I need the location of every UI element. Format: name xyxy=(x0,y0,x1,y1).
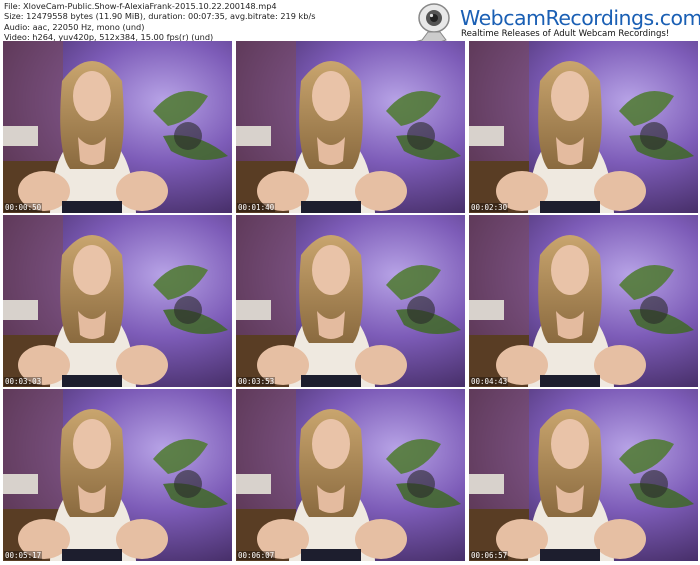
webcam-frame-image xyxy=(236,215,465,387)
video-thumbnail[interactable]: 00:02:30 xyxy=(469,41,698,213)
video-thumbnail[interactable]: 00:04:43 xyxy=(469,215,698,387)
webcam-frame-image xyxy=(3,215,232,387)
webcam-frame-image xyxy=(469,389,698,561)
frame-timestamp: 00:00:50 xyxy=(4,203,43,212)
webcam-frame-image xyxy=(236,389,465,561)
webcam-frame-image xyxy=(3,389,232,561)
thumbnail-grid: 00:00:50 00:01:40 00:02:30 00:03:03 00:0… xyxy=(3,41,698,561)
video-thumbnail[interactable]: 00:01:40 xyxy=(236,41,465,213)
site-logo[interactable]: WebcamRecordings.com Realtime Releases o… xyxy=(398,2,700,46)
frame-timestamp: 00:06:07 xyxy=(237,551,276,560)
frame-timestamp: 00:05:17 xyxy=(4,551,43,560)
webcam-frame-image xyxy=(3,41,232,213)
webcam-frame-image xyxy=(236,41,465,213)
video-thumbnail[interactable]: 00:00:50 xyxy=(3,41,232,213)
frame-timestamp: 00:01:40 xyxy=(237,203,276,212)
audio-info: Audio: aac, 22050 Hz, mono (und) xyxy=(4,21,145,32)
video-thumbnail[interactable]: 00:05:17 xyxy=(3,389,232,561)
file-size: Size: 12479558 bytes (11.90 MiB), durati… xyxy=(4,11,316,22)
brand-name: WebcamRecordings.com xyxy=(460,6,700,30)
frame-timestamp: 00:02:30 xyxy=(470,203,509,212)
webcam-frame-image xyxy=(469,41,698,213)
frame-timestamp: 00:04:43 xyxy=(470,377,509,386)
webcam-icon xyxy=(409,3,450,46)
file-info: File: XloveCam-Public.Show-f-AlexiaFrank… xyxy=(4,1,316,43)
frame-timestamp: 00:03:53 xyxy=(237,377,276,386)
frame-timestamp: 00:03:03 xyxy=(4,377,43,386)
webcam-frame-image xyxy=(469,215,698,387)
frame-timestamp: 00:06:57 xyxy=(470,551,509,560)
brand-tagline: Realtime Releases of Adult Webcam Record… xyxy=(461,29,670,39)
video-thumbnail[interactable]: 00:03:03 xyxy=(3,215,232,387)
video-thumbnail[interactable]: 00:06:07 xyxy=(236,389,465,561)
file-name: File: XloveCam-Public.Show-f-AlexiaFrank… xyxy=(4,1,277,11)
video-thumbnail[interactable]: 00:03:53 xyxy=(236,215,465,387)
video-thumbnail[interactable]: 00:06:57 xyxy=(469,389,698,561)
